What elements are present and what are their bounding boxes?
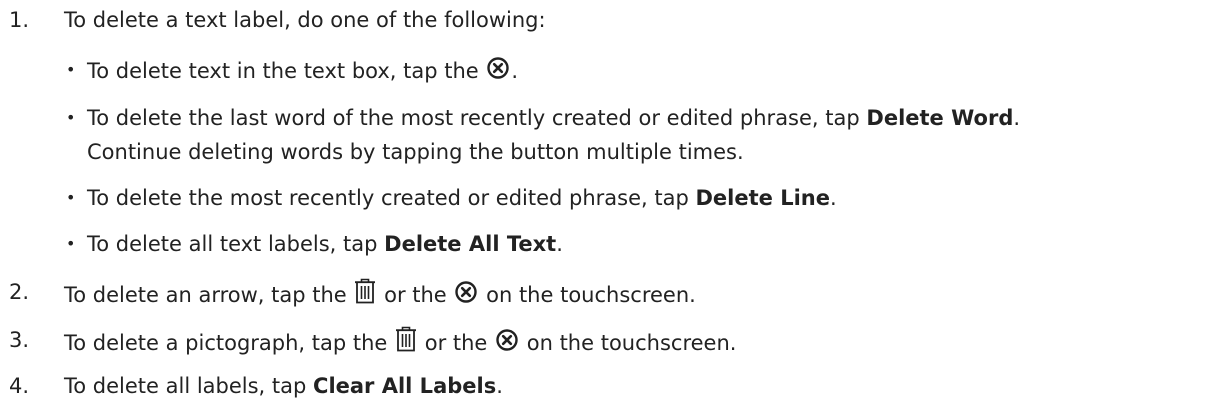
bullet-text: To delete the last word of the most rece… xyxy=(87,104,1020,132)
step-text-pre: To delete an arrow, tap the xyxy=(64,283,347,307)
bullet-text-bold: Delete Word xyxy=(866,106,1014,130)
bullet-text-bold: Delete All Text xyxy=(384,232,557,256)
step-number: 2. xyxy=(9,280,30,304)
bullet-text-pre: To delete the last word of the most rece… xyxy=(87,106,860,130)
bullet-text-pre: To delete text in the text box, tap the xyxy=(87,59,479,83)
step-text-pre: To delete all labels, tap xyxy=(64,374,307,398)
bullet-text-pre: To delete all text labels, tap xyxy=(87,232,378,256)
circle-x-icon xyxy=(495,328,519,352)
bullet-dot: • xyxy=(66,234,76,253)
step-number: 4. xyxy=(9,374,30,398)
trash-icon xyxy=(354,278,376,304)
bullet-text: To delete the most recently created or e… xyxy=(87,184,837,212)
bullet-text-post: . xyxy=(829,186,837,210)
bullet-dot: • xyxy=(66,188,76,207)
bullet-text: To delete all text labels, tap Delete Al… xyxy=(87,230,563,258)
step-text-post: on the touchscreen. xyxy=(526,331,737,355)
step-text-mid: or the xyxy=(384,283,447,307)
circle-x-icon xyxy=(486,56,510,80)
step-number: 3. xyxy=(9,328,30,352)
bullet-text-post: . xyxy=(511,59,519,83)
step-text: To delete a text label, do one of the fo… xyxy=(64,8,546,32)
step-text-mid: or the xyxy=(424,331,488,355)
bullet-continuation: Continue deleting words by tapping the b… xyxy=(87,140,744,164)
bullet-dot: • xyxy=(66,60,76,79)
bullet-dot: • xyxy=(66,108,76,127)
step-text-post: on the touchscreen. xyxy=(486,283,696,307)
bullet-text-pre: To delete the most recently created or e… xyxy=(87,186,689,210)
step-number: 1. xyxy=(9,8,30,32)
circle-x-icon xyxy=(454,280,478,304)
bullet-text-bold: Delete Line xyxy=(695,186,830,210)
bullet-text: To delete text in the text box, tap the … xyxy=(87,56,518,85)
step-text-post: . xyxy=(496,374,503,398)
step-text: To delete all labels, tap Clear All Labe… xyxy=(64,372,503,400)
step-text: To delete an arrow, tap the or the on th… xyxy=(64,278,696,309)
step-text: To delete a pictograph, tap the or the o… xyxy=(64,326,736,357)
step-text-pre: To delete a pictograph, tap the xyxy=(64,331,388,355)
bullet-text-post: . xyxy=(1013,106,1021,130)
bullet-text-post: . xyxy=(556,232,563,256)
step-text-bold: Clear All Labels xyxy=(313,374,497,398)
trash-icon xyxy=(395,326,417,352)
